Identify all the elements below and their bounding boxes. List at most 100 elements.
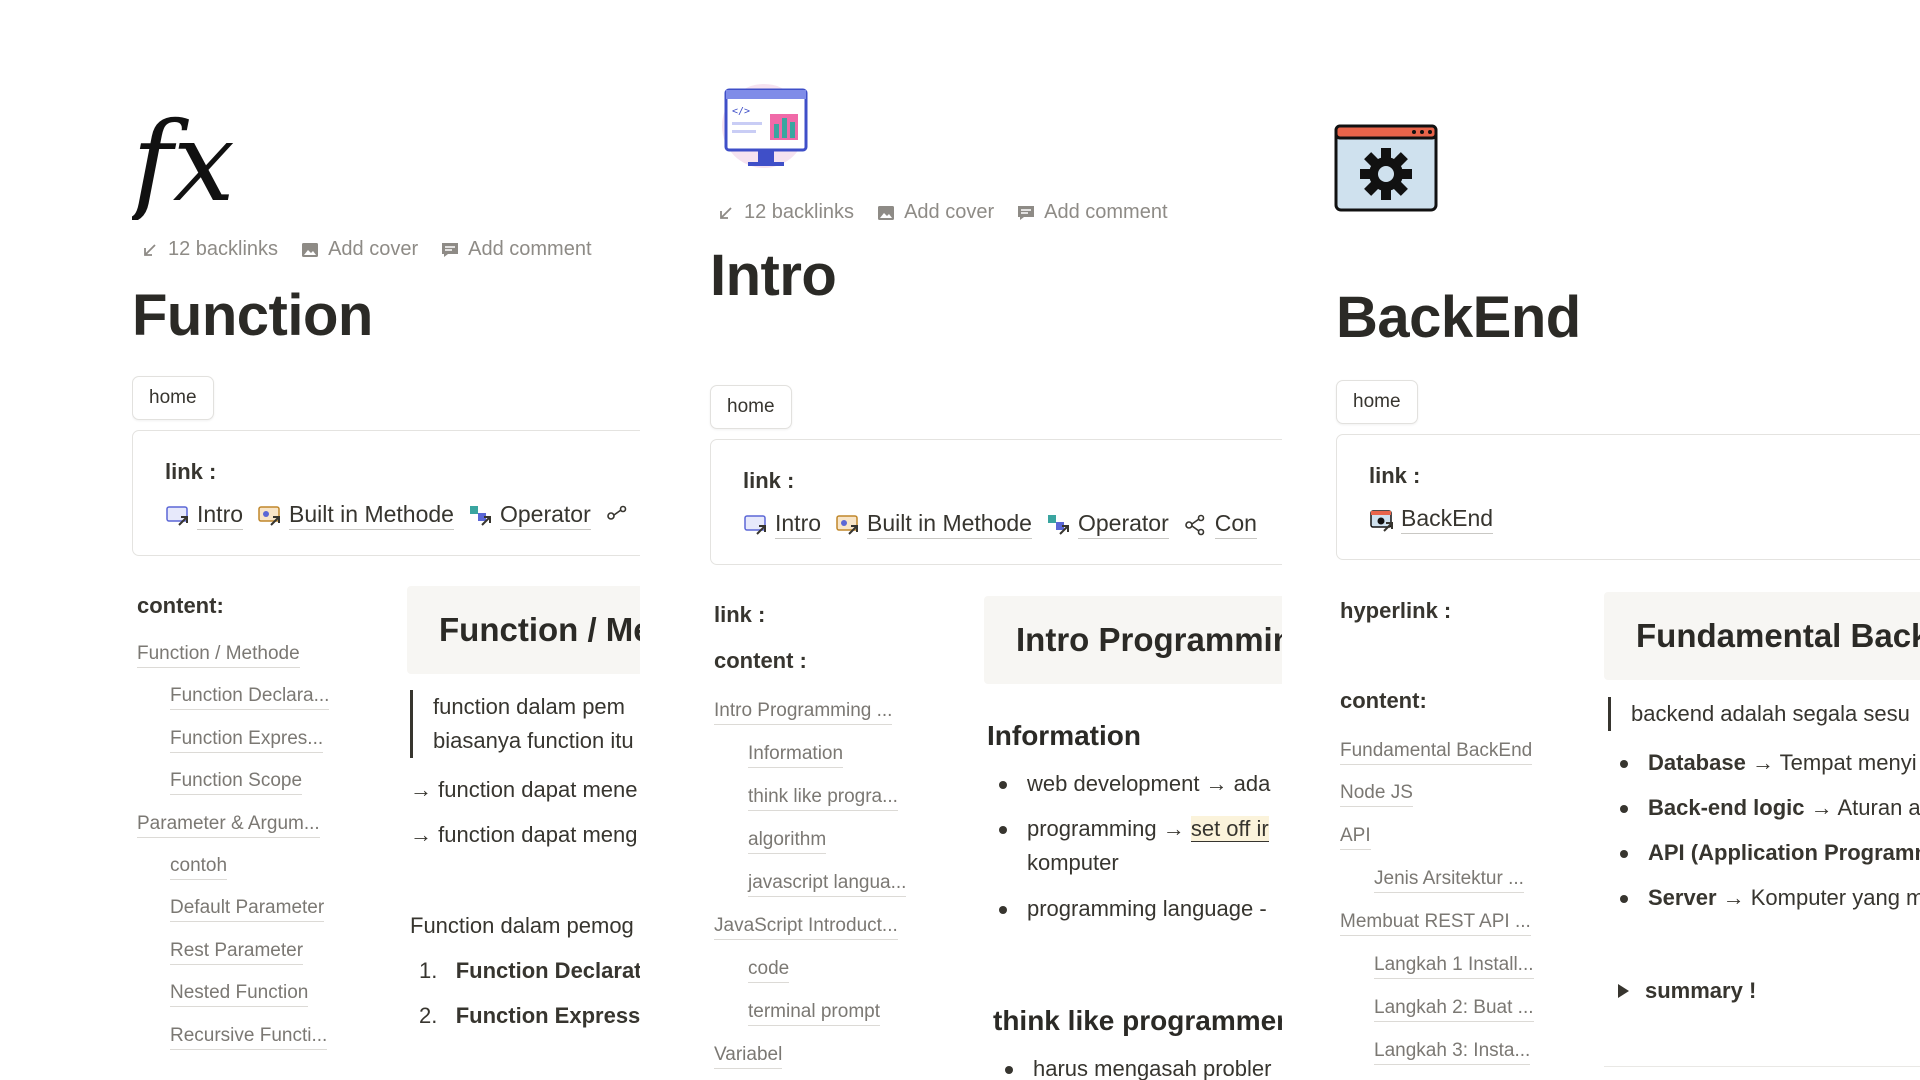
home-button[interactable]: home (710, 385, 792, 429)
content-label: content: (137, 593, 224, 618)
chip-operator[interactable]: Operator (1046, 510, 1169, 539)
chip-built-in-methode[interactable]: Built in Methode (257, 501, 454, 530)
toc-item[interactable]: Function Scope (170, 770, 303, 795)
toc-item[interactable]: Membuat REST API ... (1340, 911, 1531, 936)
quote-block: function dalam pem biasanya function itu (410, 690, 634, 758)
page-function: fx 12 backlinks Add cover Add comment Fu… (132, 0, 640, 1080)
chip-operator[interactable]: Operator (468, 501, 591, 530)
home-button[interactable]: home (132, 376, 214, 420)
toggle-triangle-icon[interactable] (1618, 984, 1629, 998)
toc-item[interactable]: Default Parameter (170, 897, 325, 922)
home-button[interactable]: home (1336, 380, 1418, 424)
operator-icon (1047, 514, 1069, 535)
toc-item[interactable]: Intro Programming ... (714, 700, 893, 725)
heading-think-like-programmer: think like programmer (993, 1005, 1282, 1036)
chip-intro[interactable]: Intro (743, 510, 822, 539)
page-meta: 12 backlinks Add cover Add comment (716, 201, 1168, 224)
toc-item[interactable]: Rest Parameter (170, 940, 304, 965)
toc-item[interactable]: Langkah 3: Insta... (1374, 1040, 1531, 1065)
quote-block: backend adalah segala sesu (1608, 697, 1910, 731)
toc-item[interactable]: Langkah 1 Install... (1374, 954, 1534, 979)
bullet-item: web development → ada (987, 767, 1270, 801)
add-comment-button[interactable]: Add comment (1016, 201, 1168, 224)
add-cover-button[interactable]: Add cover (300, 238, 418, 261)
toc-item[interactable]: Recursive Functi... (170, 1025, 328, 1050)
backlink-arrow-icon (144, 243, 156, 256)
toc-item[interactable]: contoh (170, 855, 228, 880)
divider (1604, 1066, 1920, 1067)
toc-item[interactable]: Function Expres... (170, 728, 324, 753)
intro-page-icon (744, 514, 766, 535)
function-fx-icon[interactable]: fx (132, 98, 262, 226)
summary-toggle[interactable]: summary ! (1618, 978, 1756, 1004)
toc-item[interactable]: think like progra... (748, 786, 898, 811)
comment-icon (442, 242, 459, 257)
toc-item[interactable]: code (748, 958, 790, 983)
link-chips: Intro Built in Methode Operator Con (743, 510, 1257, 539)
toc-item[interactable]: API (1340, 825, 1371, 850)
add-cover-button[interactable]: Add cover (876, 201, 994, 224)
toc-item[interactable]: algorithm (748, 829, 827, 854)
chip-con[interactable]: Con (1183, 510, 1257, 539)
paragraph: Function dalam pemog (410, 913, 634, 938)
toc-item[interactable]: Function / Methode (137, 643, 300, 668)
image-icon (878, 205, 895, 220)
page-title: BackEnd (1336, 285, 1581, 350)
toc-item[interactable]: JavaScript Introduct... (714, 915, 898, 940)
backlinks-button[interactable]: 12 backlinks (716, 201, 854, 224)
highlighted-link[interactable]: set off ir (1190, 816, 1269, 842)
numbered-item: 1. Function Declarati (419, 958, 640, 983)
content-label: content : (714, 648, 807, 673)
bullet-item: Back-end logic → Aturan an (1608, 791, 1920, 825)
chip-intro[interactable]: Intro (165, 501, 244, 530)
toc-item[interactable]: Jenis Arsitektur ... (1374, 868, 1524, 893)
operator-icon (469, 505, 491, 526)
backend-page-icon (1370, 509, 1393, 532)
heading-callout: Fundamental Back (1604, 592, 1920, 680)
network-icon (606, 505, 627, 520)
bullet-item: API (Application Programn (1608, 836, 1920, 870)
svg-text:fx: fx (132, 100, 235, 220)
link-chips: BackEnd (1369, 505, 1494, 534)
svg-text:</>: </> (732, 106, 750, 117)
toc-item[interactable]: terminal prompt (748, 1001, 880, 1026)
toc-item[interactable]: javascript langua... (748, 872, 907, 897)
code-monitor-icon[interactable]: </> (718, 70, 814, 180)
toc-item[interactable]: Parameter & Argum... (137, 813, 320, 838)
comment-icon (1018, 205, 1035, 220)
bullet-item: harus mengasah probler (993, 1052, 1271, 1080)
toc-item[interactable]: Function Declara... (170, 685, 330, 710)
bullet-item: programming → set off ir komputer (987, 812, 1269, 880)
page-meta: 12 backlinks Add cover Add comment (140, 238, 592, 261)
chip-more[interactable] (605, 501, 637, 530)
toc-item[interactable]: Nested Function (170, 982, 309, 1007)
bullet-item: Server → Komputer yang m (1608, 881, 1920, 915)
arrow-text: → function dapat mene (410, 777, 638, 802)
bullet-item: Database → Tempat menyi (1608, 746, 1917, 780)
link-label: link : (165, 459, 217, 484)
toc-item[interactable]: Fundamental BackEnd (1340, 740, 1533, 765)
gear-window-icon[interactable] (1334, 124, 1438, 212)
arrow-text: → function dapat meng (410, 822, 638, 847)
built-in-methode-icon (258, 505, 281, 526)
page-intro: </> 12 backlinks Add cover Add comment I… (706, 0, 1282, 1080)
page-title: Function (132, 283, 373, 348)
toc-item[interactable]: Langkah 2: Buat ... (1374, 997, 1534, 1022)
chip-built-in-methode[interactable]: Built in Methode (835, 510, 1032, 539)
toc-item[interactable]: Node JS (1340, 782, 1413, 807)
bullet-item: programming language - (987, 892, 1267, 926)
toc-item[interactable]: Information (748, 743, 844, 768)
toc-item[interactable]: Variabel (714, 1044, 783, 1069)
heading-information: Information (987, 720, 1141, 751)
link-label: link : (714, 602, 766, 627)
numbered-item: 2. Function Expressi (419, 1003, 640, 1028)
add-comment-button[interactable]: Add comment (440, 238, 592, 261)
page-backend: BackEnd home link : BackEnd hyperlink : … (1330, 0, 1920, 1080)
link-label: link : (743, 468, 795, 493)
built-in-methode-icon (836, 514, 859, 535)
link-callout: link : BackEnd (1336, 434, 1920, 560)
link-chips: Intro Built in Methode Operator (165, 501, 637, 530)
backlinks-button[interactable]: 12 backlinks (140, 238, 278, 261)
chip-backend[interactable]: BackEnd (1369, 505, 1494, 534)
link-callout: link : Intro Built in Methode Operator C… (710, 439, 1282, 565)
